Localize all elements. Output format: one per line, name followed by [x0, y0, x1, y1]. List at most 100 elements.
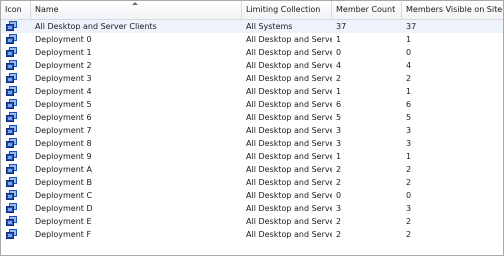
row-member-count: 37 — [336, 22, 347, 31]
row-member-count: 3 — [336, 139, 342, 148]
row-limiting-collection: All Desktop and Server... — [246, 35, 332, 44]
row-name: Deployment 1 — [35, 48, 92, 57]
table-row[interactable]: All Desktop and Server Clients All System… — [1, 20, 503, 33]
row-limiting-collection: All Desktop and Server... — [246, 48, 332, 57]
row-members-visible: 1 — [406, 152, 412, 161]
collection-icon — [6, 190, 17, 200]
row-icon-cell — [1, 163, 31, 176]
collection-icon — [6, 203, 17, 213]
row-limiting-collection: All Desktop and Server... — [246, 61, 332, 70]
row-members-visible: 0 — [406, 191, 412, 200]
row-name: Deployment 0 — [35, 35, 92, 44]
row-icon-cell — [1, 33, 31, 46]
column-header-row: Icon Name Limiting Collection Member Cou… — [1, 1, 503, 20]
row-icon-cell — [1, 72, 31, 85]
row-member-count: 4 — [336, 61, 342, 70]
row-name: Deployment 8 — [35, 139, 92, 148]
column-header-icon[interactable]: Icon — [1, 1, 31, 19]
column-header-limiting-collection[interactable]: Limiting Collection — [242, 1, 332, 19]
row-name: Deployment F — [35, 230, 92, 239]
row-member-count: 3 — [336, 204, 342, 213]
row-icon-cell — [1, 150, 31, 163]
collection-icon — [6, 47, 17, 57]
row-members-visible: 3 — [406, 204, 412, 213]
collection-icon — [6, 229, 17, 239]
collection-icon — [6, 216, 17, 226]
row-members-visible: 3 — [406, 139, 412, 148]
column-header-members-visible[interactable]: Members Visible on Site — [402, 1, 503, 19]
table-row[interactable]: Deployment 1 All Desktop and Server... 0 0 — [1, 46, 503, 59]
row-name: Deployment A — [35, 165, 92, 174]
collection-icon — [6, 34, 17, 44]
row-limiting-collection: All Systems — [246, 22, 293, 31]
row-name: Deployment E — [35, 217, 92, 226]
table-row[interactable]: Deployment A All Desktop and Server... 2 2 — [1, 163, 503, 176]
table-row[interactable]: Deployment 6 All Desktop and Server... 5 5 — [1, 111, 503, 124]
row-member-count: 2 — [336, 178, 342, 187]
row-icon-cell — [1, 176, 31, 189]
collection-icon — [6, 112, 17, 122]
table-row[interactable]: Deployment B All Desktop and Server... 2 2 — [1, 176, 503, 189]
row-limiting-collection: All Desktop and Server... — [246, 100, 332, 109]
row-members-visible: 2 — [406, 217, 412, 226]
row-member-count: 2 — [336, 230, 342, 239]
row-members-visible: 37 — [406, 22, 417, 31]
column-header-member-count[interactable]: Member Count — [332, 1, 402, 19]
row-name: Deployment 2 — [35, 61, 92, 70]
row-limiting-collection: All Desktop and Server... — [246, 87, 332, 96]
table-row[interactable]: Deployment 8 All Desktop and Server... 3 3 — [1, 137, 503, 150]
row-member-count: 1 — [336, 152, 342, 161]
row-members-visible: 1 — [406, 35, 412, 44]
row-member-count: 0 — [336, 48, 342, 57]
table-row[interactable]: Deployment E All Desktop and Server... 2 2 — [1, 215, 503, 228]
row-icon-cell — [1, 189, 31, 202]
table-row[interactable]: Deployment 4 All Desktop and Server... 1 1 — [1, 85, 503, 98]
row-icon-cell — [1, 20, 31, 33]
table-row[interactable]: Deployment D All Desktop and Server... 3 3 — [1, 202, 503, 215]
row-name: Deployment 3 — [35, 74, 92, 83]
row-limiting-collection: All Desktop and Server... — [246, 126, 332, 135]
row-members-visible: 1 — [406, 87, 412, 96]
sort-ascending-icon — [132, 2, 138, 5]
row-icon-cell — [1, 111, 31, 124]
row-limiting-collection: All Desktop and Server... — [246, 113, 332, 122]
table-row[interactable]: Deployment F All Desktop and Server... 2 2 — [1, 228, 503, 241]
row-member-count: 2 — [336, 165, 342, 174]
row-member-count: 2 — [336, 74, 342, 83]
row-members-visible: 5 — [406, 113, 412, 122]
row-name: Deployment D — [35, 204, 93, 213]
row-name: All Desktop and Server Clients — [35, 22, 157, 31]
row-limiting-collection: All Desktop and Server... — [246, 191, 332, 200]
table-row[interactable]: Deployment 0 All Desktop and Server... 1 1 — [1, 33, 503, 46]
row-limiting-collection: All Desktop and Server... — [246, 178, 332, 187]
row-limiting-collection: All Desktop and Server... — [246, 139, 332, 148]
collection-icon — [6, 60, 17, 70]
table-row[interactable]: Deployment 5 All Desktop and Server... 6 6 — [1, 98, 503, 111]
row-icon-cell — [1, 98, 31, 111]
row-members-visible: 2 — [406, 178, 412, 187]
row-limiting-collection: All Desktop and Server... — [246, 152, 332, 161]
row-members-visible: 0 — [406, 48, 412, 57]
row-icon-cell — [1, 59, 31, 72]
table-row[interactable]: Deployment C All Desktop and Server... 0 0 — [1, 189, 503, 202]
row-limiting-collection: All Desktop and Server... — [246, 204, 332, 213]
collection-icon — [6, 151, 17, 161]
row-members-visible: 3 — [406, 126, 412, 135]
collection-icon — [6, 177, 17, 187]
row-name: Deployment 6 — [35, 113, 92, 122]
row-limiting-collection: All Desktop and Server... — [246, 165, 332, 174]
row-member-count: 0 — [336, 191, 342, 200]
row-icon-cell — [1, 228, 31, 241]
table-body: All Desktop and Server Clients All System… — [1, 20, 503, 241]
collections-list: Icon Name Limiting Collection Member Cou… — [0, 0, 504, 256]
table-row[interactable]: Deployment 9 All Desktop and Server... 1 1 — [1, 150, 503, 163]
table-row[interactable]: Deployment 7 All Desktop and Server... 3 3 — [1, 124, 503, 137]
row-icon-cell — [1, 202, 31, 215]
collection-icon — [6, 138, 17, 148]
collection-icon — [6, 125, 17, 135]
row-name: Deployment 4 — [35, 87, 92, 96]
table-row[interactable]: Deployment 2 All Desktop and Server... 4 4 — [1, 59, 503, 72]
row-member-count: 2 — [336, 217, 342, 226]
table-row[interactable]: Deployment 3 All Desktop and Server... 2 2 — [1, 72, 503, 85]
row-icon-cell — [1, 215, 31, 228]
